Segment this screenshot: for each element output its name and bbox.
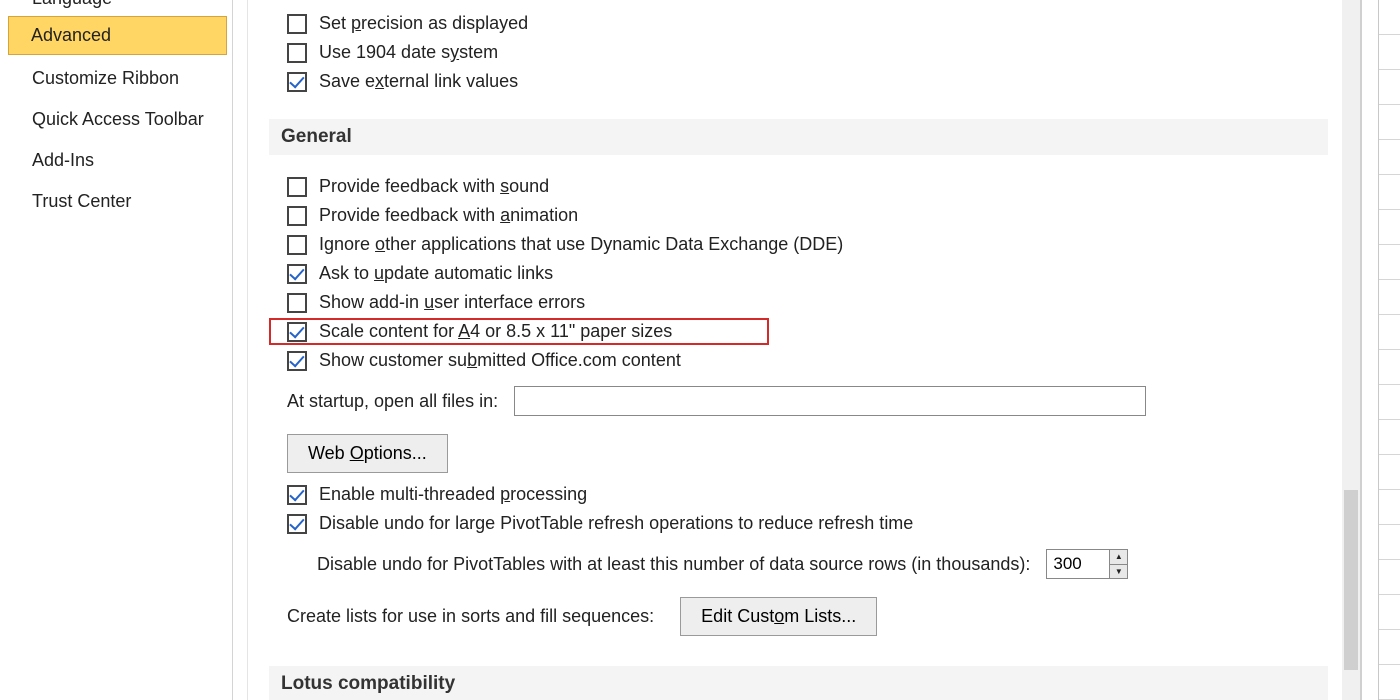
spinner-pivot-threshold[interactable]: ▲ ▼ — [1046, 549, 1128, 579]
checkbox-row-customer-submitted[interactable]: Show customer submitted Office.com conte… — [269, 347, 1328, 374]
checkbox-row-1904-date[interactable]: Use 1904 date system — [269, 39, 1328, 66]
checkbox-customer-submitted[interactable] — [287, 351, 307, 371]
label-set-precision: Set precision as displayed — [319, 13, 528, 34]
checkbox-row-feedback-sound[interactable]: Provide feedback with sound — [269, 173, 1328, 200]
checkbox-row-external-links[interactable]: Save external link values — [269, 68, 1328, 95]
label-external-links: Save external link values — [319, 71, 518, 92]
background-spreadsheet — [1378, 0, 1400, 700]
checkbox-multithread[interactable] — [287, 485, 307, 505]
label-ask-update-links: Ask to update automatic links — [319, 263, 553, 284]
button-web-options[interactable]: Web Options... — [287, 434, 448, 473]
label-multithread: Enable multi-threaded processing — [319, 484, 587, 505]
checkbox-ask-update-links[interactable] — [287, 264, 307, 284]
checkbox-1904-date[interactable] — [287, 43, 307, 63]
label-startup-path: At startup, open all files in: — [287, 391, 498, 412]
input-pivot-threshold[interactable] — [1047, 550, 1109, 578]
checkbox-row-ignore-dde[interactable]: Ignore other applications that use Dynam… — [269, 231, 1328, 258]
checkbox-feedback-animation[interactable] — [287, 206, 307, 226]
checkbox-row-pivot-undo[interactable]: Disable undo for large PivotTable refres… — [269, 510, 1328, 537]
section-header-general: General — [269, 119, 1328, 155]
sidebar-item-add-ins[interactable]: Add-Ins — [0, 140, 232, 181]
button-edit-custom-lists[interactable]: Edit Custom Lists... — [680, 597, 877, 636]
checkbox-row-addin-errors[interactable]: Show add-in user interface errors — [269, 289, 1328, 316]
sidebar-item-quick-access-toolbar[interactable]: Quick Access Toolbar — [0, 99, 232, 140]
spinner-up-icon[interactable]: ▲ — [1110, 550, 1127, 565]
sidebar-item-trust-center[interactable]: Trust Center — [0, 181, 232, 222]
checkbox-row-ask-update-links[interactable]: Ask to update automatic links — [269, 260, 1328, 287]
checkbox-addin-errors[interactable] — [287, 293, 307, 313]
content-left-border — [247, 0, 248, 700]
label-feedback-animation: Provide feedback with animation — [319, 205, 578, 226]
sidebar-item-customize-ribbon[interactable]: Customize Ribbon — [0, 58, 232, 99]
label-sort-lists: Create lists for use in sorts and fill s… — [287, 606, 654, 627]
checkbox-row-scale-a4[interactable]: Scale content for A4 or 8.5 x 11" paper … — [269, 318, 769, 345]
checkbox-pivot-undo[interactable] — [287, 514, 307, 534]
label-pivot-threshold: Disable undo for PivotTables with at lea… — [317, 554, 1030, 575]
checkbox-row-feedback-animation[interactable]: Provide feedback with animation — [269, 202, 1328, 229]
options-content: Set precision as displayed Use 1904 date… — [233, 0, 1342, 700]
sidebar-item-advanced[interactable]: Advanced — [8, 16, 227, 55]
spinner-buttons: ▲ ▼ — [1109, 550, 1127, 578]
label-customer-submitted: Show customer submitted Office.com conte… — [319, 350, 681, 371]
scrollbar-thumb[interactable] — [1344, 490, 1358, 670]
options-sidebar: Language Advanced Customize Ribbon Quick… — [0, 0, 233, 700]
row-edit-custom-lists: Create lists for use in sorts and fill s… — [269, 591, 1328, 642]
checkbox-row-multithread[interactable]: Enable multi-threaded processing — [269, 481, 1328, 508]
checkbox-ignore-dde[interactable] — [287, 235, 307, 255]
label-scale-a4: Scale content for A4 or 8.5 x 11" paper … — [319, 321, 672, 342]
checkbox-scale-a4[interactable] — [287, 322, 307, 342]
checkbox-feedback-sound[interactable] — [287, 177, 307, 197]
label-1904-date: Use 1904 date system — [319, 42, 498, 63]
row-web-options: Web Options... — [269, 428, 1328, 479]
dialog-scrollbar[interactable] — [1342, 0, 1360, 700]
label-addin-errors: Show add-in user interface errors — [319, 292, 585, 313]
checkbox-set-precision[interactable] — [287, 14, 307, 34]
sidebar-item-language[interactable]: Language — [0, 0, 232, 13]
label-ignore-dde: Ignore other applications that use Dynam… — [319, 234, 843, 255]
checkbox-external-links[interactable] — [287, 72, 307, 92]
options-dialog: Language Advanced Customize Ribbon Quick… — [0, 0, 1360, 700]
dialog-right-border — [1360, 0, 1362, 700]
label-pivot-undo: Disable undo for large PivotTable refres… — [319, 513, 913, 534]
spinner-down-icon[interactable]: ▼ — [1110, 565, 1127, 579]
section-header-lotus: Lotus compatibility — [269, 666, 1328, 700]
row-startup-path: At startup, open all files in: — [269, 380, 1328, 422]
row-pivot-threshold: Disable undo for PivotTables with at lea… — [269, 543, 1328, 585]
label-feedback-sound: Provide feedback with sound — [319, 176, 549, 197]
input-startup-path[interactable] — [514, 386, 1146, 416]
checkbox-row-set-precision[interactable]: Set precision as displayed — [269, 10, 1328, 37]
